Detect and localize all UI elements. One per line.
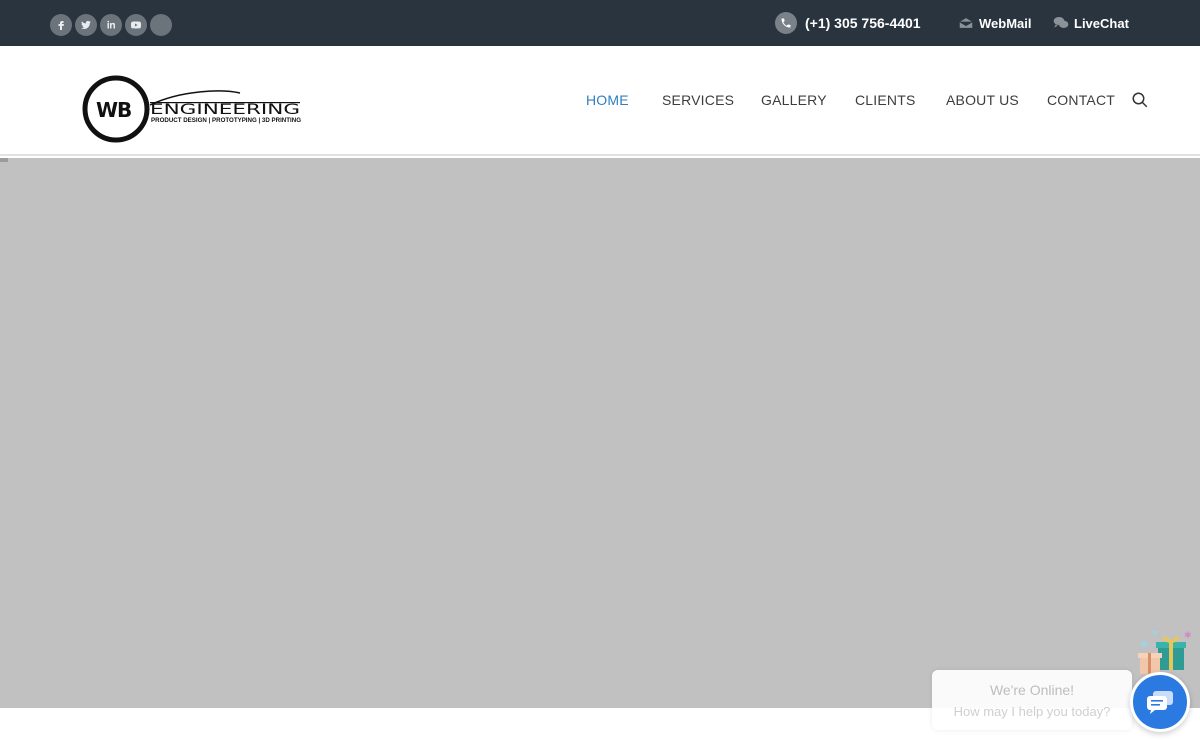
chat-greeting[interactable]: We're Online! How may I help you today? xyxy=(932,670,1132,730)
nav-home[interactable]: HOME xyxy=(586,92,629,108)
nav-clients[interactable]: CLIENTS xyxy=(855,92,916,108)
main-nav: HOME SERVICES GALLERY CLIENTS ABOUT US C… xyxy=(0,92,1200,110)
chat-bubbles-icon xyxy=(1053,16,1069,30)
phone-icon xyxy=(775,12,797,34)
facebook-icon[interactable] xyxy=(50,14,72,36)
nav-contact[interactable]: CONTACT xyxy=(1047,92,1115,108)
chat-subtitle: How may I help you today? xyxy=(953,704,1111,719)
chat-open-button[interactable] xyxy=(1130,672,1190,732)
top-bar: (+1) 305 756-4401 WebMail LiveChat xyxy=(0,0,1200,46)
twitter-icon[interactable] xyxy=(75,14,97,36)
svg-text:✱: ✱ xyxy=(1184,630,1192,640)
youtube-icon[interactable] xyxy=(125,14,147,36)
linkedin-icon[interactable] xyxy=(100,14,122,36)
webmail-link[interactable]: WebMail xyxy=(958,0,1032,46)
nav-gallery[interactable]: GALLERY xyxy=(761,92,827,108)
social-icon[interactable] xyxy=(150,14,172,36)
livechat-label[interactable]: LiveChat xyxy=(1074,16,1129,31)
phone-link[interactable]: (+1) 305 756-4401 xyxy=(775,0,921,46)
site-logo[interactable]: WB ENGINEERING PRODUCT DESIGN | PROTOTYP… xyxy=(82,75,304,145)
social-links xyxy=(50,14,172,36)
hero-banner xyxy=(0,158,1200,708)
envelope-icon xyxy=(958,16,974,30)
site-header: WB ENGINEERING PRODUCT DESIGN | PROTOTYP… xyxy=(0,46,1200,156)
logo-tagline: PRODUCT DESIGN | PROTOTYPING | 3D PRINTI… xyxy=(151,117,301,124)
nav-services[interactable]: SERVICES xyxy=(662,92,734,108)
livechat-link[interactable]: LiveChat xyxy=(1053,0,1129,46)
chat-title: We're Online! xyxy=(989,682,1075,698)
nav-about-us[interactable]: ABOUT US xyxy=(946,92,1019,108)
svg-text:✱: ✱ xyxy=(1140,640,1148,651)
hero-loader xyxy=(0,158,8,162)
search-icon[interactable] xyxy=(1131,91,1149,109)
webmail-label[interactable]: WebMail xyxy=(979,16,1032,31)
chat-icon xyxy=(1147,691,1173,714)
phone-number[interactable]: (+1) 305 756-4401 xyxy=(805,15,921,31)
svg-text:✱: ✱ xyxy=(1152,629,1158,637)
